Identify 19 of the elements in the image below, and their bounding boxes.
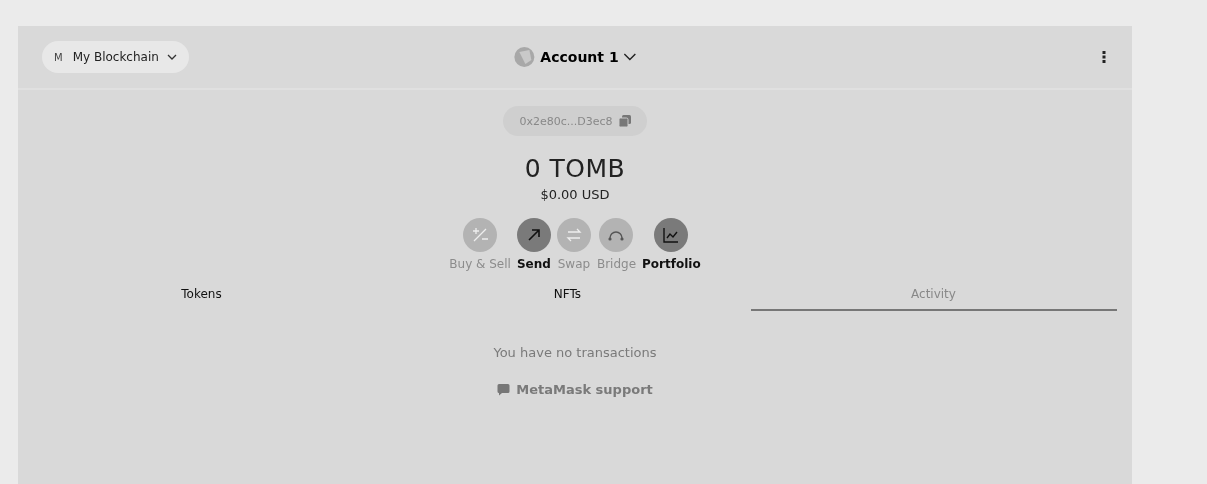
more-menu-icon[interactable]: [1102, 50, 1106, 64]
chat-icon: [497, 383, 511, 396]
chevron-icon: [166, 54, 177, 60]
bridge-icon: [608, 229, 625, 241]
tab[interactable]: NFTs: [384, 279, 751, 311]
swap-icon: [565, 227, 582, 243]
action-button[interactable]: Portfolio: [642, 218, 701, 271]
arrow-icon: [526, 228, 541, 242]
network-picker[interactable]: M My Blockchain: [42, 41, 189, 73]
fiat-balance: $0.00 USD: [540, 187, 610, 202]
account-picker[interactable]: Account 1: [507, 45, 643, 69]
balance-amount: 0 TOMB: [524, 154, 626, 183]
chevron-icon: [623, 53, 637, 61]
copy-icon: [618, 115, 631, 127]
tab[interactable]: Tokens: [18, 279, 385, 311]
avatar-icon: [513, 46, 536, 68]
plus-minus-icon: [471, 226, 490, 244]
empty-message: You have no transactions: [493, 345, 657, 360]
chart-icon: [663, 227, 680, 243]
